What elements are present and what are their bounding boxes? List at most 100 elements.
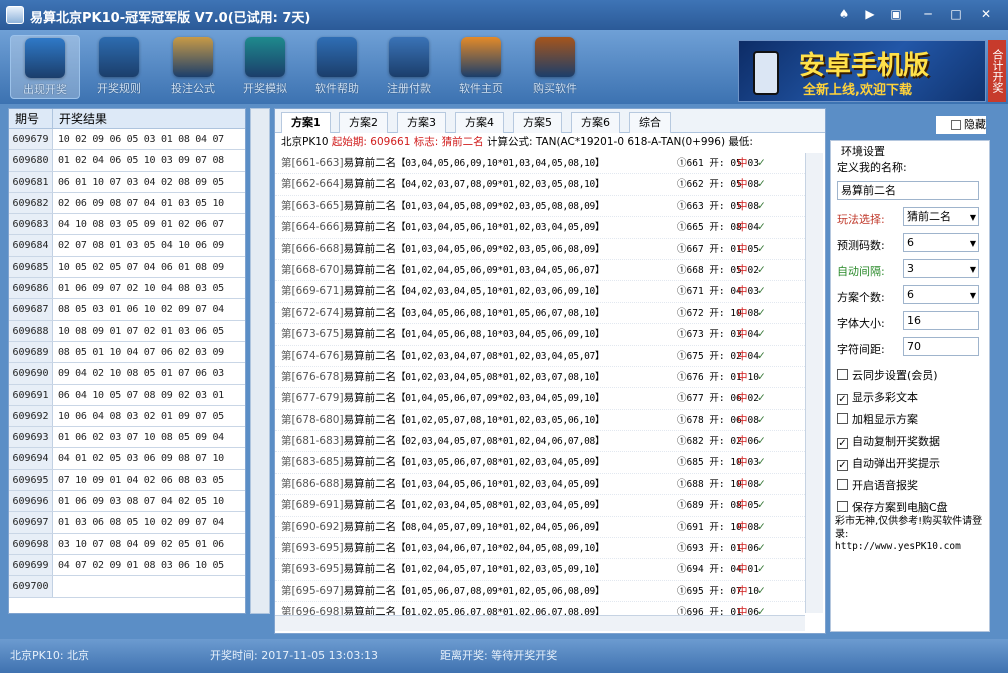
website-link[interactable]: http://www.yesPK10.com [835,541,961,552]
table-row[interactable]: 609698 03 10 07 08 04 09 02 05 01 06 [9,533,245,555]
plan-row[interactable]: 第[690-692]易算前二名【08,04,05,07,09,10*01,02,… [275,517,805,539]
plan-row[interactable]: 第[686-688]易算前二名【01,03,04,05,06,10*01,02,… [275,474,805,496]
tab-summary[interactable]: 综合 [629,112,671,133]
table-row[interactable]: 609684 02 07 08 01 03 05 04 10 06 09 [9,235,245,257]
toolbar-button-formula[interactable]: 投注公式 [158,35,228,99]
plan-row[interactable]: 第[693-695]易算前二名【01,03,04,06,07,10*02,04,… [275,538,805,560]
play-icon[interactable]: ▶ [860,5,880,23]
period-cell: 609685 [9,256,53,278]
checkbox-label: 显示多彩文本 [852,391,918,404]
plan-row[interactable]: 第[669-671]易算前二名【04,02,03,04,05,10*01,02,… [275,281,805,303]
close-button[interactable]: ✕ [976,5,996,23]
table-row[interactable]: 609696 01 06 09 03 08 07 04 02 05 10 [9,491,245,513]
plan-row[interactable]: 第[674-676]易算前二名【01,02,03,04,07,08*01,02,… [275,346,805,367]
plan-row[interactable]: 第[683-685]易算前二名【01,03,05,06,07,08*01,02,… [275,452,805,474]
font-size-input[interactable]: 16 [903,311,979,330]
side-tab[interactable]: 合计开奖 [988,40,1006,102]
predict-value: 6 [907,236,914,249]
plan-row[interactable]: 第[661-663]易算前二名【03,04,05,06,09,10*01,03,… [275,153,805,175]
period-cell: 609687 [9,299,53,320]
minimize-button[interactable]: ─ [918,5,938,23]
interval-value: 3 [907,262,914,275]
plan-row[interactable]: 第[662-664]易算前二名【04,02,03,07,08,09*01,02,… [275,174,805,196]
toolbar-button-register[interactable]: 注册付款 [374,35,444,99]
plan-row[interactable]: 第[672-674]易算前二名【03,04,05,06,08,10*01,05,… [275,303,805,325]
plan-row[interactable]: 第[695-697]易算前二名【01,05,06,07,08,09*01,02,… [275,581,805,603]
android-banner[interactable]: 安卓手机版 全新上线,欢迎下载 [738,40,986,102]
plan-hit: 中 [737,242,748,255]
plan-hit: 中 [737,413,748,426]
colorful-text-checkbox[interactable]: ✓ 显示多彩文本 [837,389,918,405]
table-row[interactable]: 609682 02 06 09 08 07 04 01 03 05 10 [9,192,245,215]
toolbar-button-homepage[interactable]: 软件主页 [446,35,516,99]
plan-row[interactable]: 第[664-666]易算前二名【01,03,04,05,06,10*01,02,… [275,217,805,239]
auto-popup-checkbox[interactable]: ✓ 自动弹出开奖提示 [837,455,940,471]
tab-plan-2[interactable]: 方案2 [339,112,388,133]
table-row[interactable]: 609680 01 02 04 06 05 10 03 09 07 08 [9,150,245,172]
play-select[interactable]: 猜前二名 ▼ [903,207,979,226]
plan-row[interactable]: 第[696-698]易算前二名【01,02,05,06,07,08*01,02,… [275,602,805,615]
toolbar-button-simulate[interactable]: 开奖模拟 [230,35,300,99]
table-row[interactable]: 609691 06 04 10 05 07 08 09 02 03 01 [9,384,245,406]
toolbar-button-open-results[interactable]: 出现开奖 [10,35,80,99]
spacing-input[interactable]: 70 [903,337,979,356]
tab-plan-6[interactable]: 方案6 [571,112,620,133]
voice-checkbox[interactable]: 开启语音报奖 [837,477,918,493]
auto-copy-checkbox[interactable]: ✓ 自动复制开奖数据 [837,433,940,449]
tab-plan-4[interactable]: 方案4 [455,112,504,133]
plan-numbers: 【01,02,05,07,08,10*01,02,03,05,06,10】 [396,414,605,426]
result-cell: 04 07 02 09 01 08 03 06 10 05 [58,559,224,571]
lines-select[interactable]: 6 ▼ [903,285,979,304]
table-row[interactable]: 609688 10 08 09 01 07 02 01 03 06 05 [9,320,245,342]
tab-plan-3[interactable]: 方案3 [397,112,446,133]
plan-row[interactable]: 第[663-665]易算前二名【01,03,04,05,08,09*02,03,… [275,196,805,218]
table-row[interactable]: 609683 04 10 08 03 05 09 01 02 06 07 [9,214,245,236]
plan-vertical-scrollbar[interactable] [805,153,823,613]
table-row[interactable]: 609681 06 01 10 07 03 04 02 08 09 05 [9,171,245,193]
interval-select[interactable]: 3 ▼ [903,259,979,278]
table-row[interactable]: 609692 10 06 04 08 03 02 01 09 07 05 [9,405,245,428]
cloud-sync-checkbox[interactable]: 云同步设置(会员) [837,367,938,383]
toolbar-label: 购买软件 [533,82,577,95]
menu-icon[interactable]: ▣ [886,5,906,23]
table-row[interactable]: 609686 01 06 09 07 02 10 04 08 03 05 [9,278,245,300]
skin-icon[interactable]: ♠ [834,5,854,23]
table-row[interactable]: 609695 07 10 09 01 04 02 06 08 03 05 [9,469,245,492]
table-row[interactable]: 609679 10 02 09 06 05 03 01 08 04 07 [9,129,245,151]
tab-plan-1[interactable]: 方案1 [281,112,331,133]
predict-select[interactable]: 6 ▼ [903,233,979,252]
table-row[interactable]: 609687 08 05 03 01 06 10 02 09 07 04 [9,299,245,321]
toolbar-button-help[interactable]: 软件帮助 [302,35,372,99]
plan-row[interactable]: 第[681-683]易算前二名【02,03,04,05,07,08*01,02,… [275,431,805,453]
bold-plan-checkbox[interactable]: 加粗显示方案 [837,411,918,427]
plan-row[interactable]: 第[689-691]易算前二名【01,02,03,04,05,08*01,02,… [275,495,805,517]
toolbar-button-rules[interactable]: 开奖规则 [84,35,154,99]
plan-row[interactable]: 第[693-695]易算前二名【01,02,04,05,07,10*01,02,… [275,559,805,581]
plan-row[interactable]: 第[677-679]易算前二名【01,04,05,06,07,09*02,03,… [275,388,805,410]
table-row[interactable]: 609685 10 05 02 05 07 04 06 01 08 09 [9,256,245,279]
toolbar-button-buy[interactable]: 购买软件 [520,35,590,99]
result-cell: 07 10 09 01 04 02 06 08 03 05 [58,474,224,486]
result-cell: 01 06 09 07 02 10 04 08 03 05 [58,283,224,295]
plan-name: 标志: 猜前二名 [413,136,484,148]
tab-plan-5[interactable]: 方案5 [513,112,562,133]
table-row[interactable]: 609697 01 03 06 08 05 10 02 09 07 04 [9,512,245,534]
plan-horizontal-scrollbar[interactable] [275,615,805,631]
table-row[interactable]: 609694 04 01 02 05 03 06 09 08 07 10 [9,448,245,470]
history-scrollbar[interactable] [250,108,270,614]
table-row[interactable]: 609690 09 04 02 10 08 05 01 07 06 03 [9,363,245,385]
table-row[interactable]: 609693 01 06 02 03 07 10 08 05 09 04 [9,427,245,449]
plan-row[interactable]: 第[676-678]易算前二名【01,02,03,04,05,08*01,02,… [275,367,805,389]
plan-name-cell: 易算前二名 [343,563,397,576]
name-input[interactable]: 易算前二名 [837,181,979,200]
plan-row[interactable]: 第[678-680]易算前二名【01,02,05,07,08,10*01,02,… [275,410,805,432]
save-plan-checkbox[interactable]: 保存方案到电脑C盘 [837,499,948,515]
hide-button[interactable]: 隐藏 [936,116,986,134]
table-row[interactable]: 609700 [9,576,245,598]
plan-row[interactable]: 第[673-675]易算前二名【01,04,05,06,08,10*03,04,… [275,324,805,346]
table-row[interactable]: 609699 04 07 02 09 01 08 03 06 10 05 [9,554,245,577]
table-row[interactable]: 609689 08 05 01 10 04 07 06 02 03 09 [9,341,245,364]
maximize-button[interactable]: □ [946,5,966,23]
plan-row[interactable]: 第[666-668]易算前二名【01,03,04,05,06,09*02,03,… [275,239,805,260]
plan-row[interactable]: 第[668-670]易算前二名【01,02,04,05,06,09*01,03,… [275,260,805,282]
